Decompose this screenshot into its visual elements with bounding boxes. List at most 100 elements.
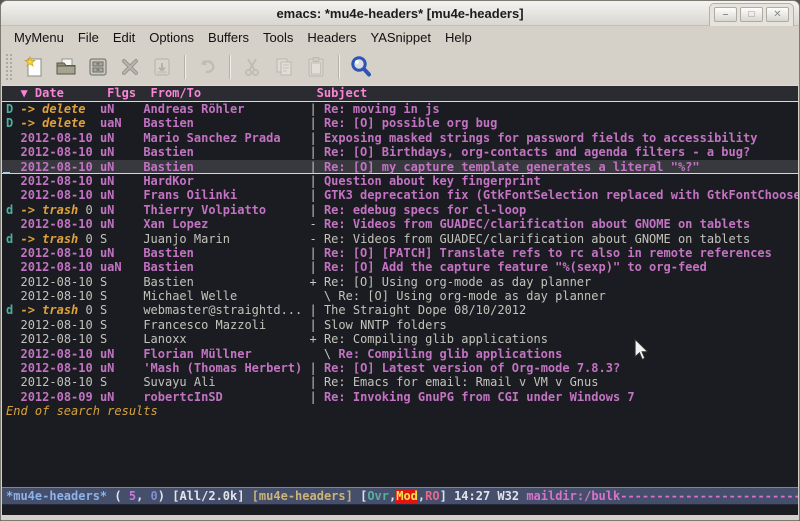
minimize-button[interactable]: – <box>714 7 737 22</box>
message-row[interactable]: 2012-08-09 uN robertcInSD | Re: Invoking… <box>2 390 798 404</box>
from-cell: Bastien <box>143 160 194 174</box>
message-row[interactable]: 2012-08-10 S Lanoxx + Re: Compiling glib… <box>2 332 798 346</box>
cut-button[interactable] <box>236 52 268 82</box>
date-cell: 2012-08-10 <box>20 145 92 159</box>
subject-cell: Re: Compiling glib applications <box>338 347 562 361</box>
menu-item-help[interactable]: Help <box>438 28 479 47</box>
subject-cell: Re: Emacs for email: Rmail v VM v Gnus <box>324 375 599 389</box>
close-x-icon <box>118 55 142 79</box>
pad <box>93 217 100 231</box>
pad <box>194 260 310 274</box>
maximize-button[interactable]: □ <box>740 7 763 22</box>
menu-item-options[interactable]: Options <box>142 28 201 47</box>
window-title: emacs: *mu4e-headers* [mu4e-headers] <box>276 6 523 21</box>
menu-item-file[interactable]: File <box>71 28 106 47</box>
pad <box>114 160 143 174</box>
pad <box>114 174 143 188</box>
subject-cell: Exposing masked strings for password fie… <box>324 131 757 145</box>
thread-prefix: \ <box>309 347 338 361</box>
message-row[interactable]: 2012-08-10 uN Bastien | Re: [O] Birthday… <box>2 145 798 159</box>
pad <box>93 246 100 260</box>
thread-prefix: | <box>309 145 323 159</box>
date-suffix: 0 <box>78 203 92 217</box>
titlebar[interactable]: emacs: *mu4e-headers* [mu4e-headers] – □… <box>1 1 799 26</box>
mode-line[interactable]: *mu4e-headers* ( 5, 0) [All/2.0k] [mu4e-… <box>2 487 798 505</box>
new-file-button[interactable] <box>18 52 50 82</box>
thread-prefix: + <box>309 275 323 289</box>
modeline-segment-ro: RO <box>425 489 439 503</box>
date-cell: 2012-08-10 <box>20 275 92 289</box>
thread-prefix: | <box>310 131 324 145</box>
date-cell: 2012-08-10 <box>20 160 92 174</box>
flags-cell: uaN <box>100 116 122 130</box>
pad <box>114 203 143 217</box>
pad <box>114 361 143 375</box>
pad <box>194 246 310 260</box>
pad <box>237 289 309 303</box>
message-row[interactable]: 2012-08-10 uN Frans Oilinki | GTK3 depre… <box>2 188 798 202</box>
pad <box>216 375 310 389</box>
message-row[interactable]: d -> trash 0 uN Thierry Volpiatto | Re: … <box>2 203 798 217</box>
dired-button[interactable] <box>82 52 114 82</box>
undo-button[interactable] <box>191 52 223 82</box>
emacs-window: emacs: *mu4e-headers* [mu4e-headers] – □… <box>0 0 800 521</box>
pad <box>93 188 100 202</box>
message-row[interactable]: 2012-08-10 uN Bastien | Re: [O] [PATCH] … <box>2 246 798 260</box>
kill-buffer-button[interactable] <box>114 52 146 82</box>
menu-item-yasnippet[interactable]: YASnippet <box>363 28 437 47</box>
save-buffer-button[interactable] <box>146 52 178 82</box>
message-row[interactable]: D -> delete uN Andreas Röhler | Re: movi… <box>2 102 798 116</box>
from-cell: Frans Oilinki <box>143 188 237 202</box>
from-cell: Lanoxx <box>143 332 186 346</box>
date-cell: 2012-08-10 <box>20 347 92 361</box>
close-button[interactable]: ✕ <box>766 7 789 22</box>
search-button[interactable] <box>345 52 377 82</box>
message-row[interactable]: d -> trash 0 S Juanjo Marin - Re: Videos… <box>2 232 798 246</box>
message-row[interactable]: D -> delete uaN Bastien | Re: [O] possib… <box>2 116 798 130</box>
pad <box>93 332 100 346</box>
close-icon: ✕ <box>773 10 781 20</box>
message-row[interactable]: 2012-08-10 uN 'Mash (Thomas Herbert) | R… <box>2 361 798 375</box>
menu-item-mymenu[interactable]: MyMenu <box>7 28 71 47</box>
pad <box>208 217 309 231</box>
message-row[interactable]: 2012-08-10 uN Xan Lopez - Re: Videos fro… <box>2 217 798 231</box>
from-cell: Andreas Röhler <box>143 102 244 116</box>
modeline-segment-name: [mu4e-headers] <box>252 489 360 503</box>
message-row[interactable]: 2012-08-10 uN Florian Müllner \ Re: Comp… <box>2 347 798 361</box>
message-row[interactable]: d -> trash 0 S webmaster@straightd... | … <box>2 303 798 317</box>
thread-prefix: | <box>309 160 323 174</box>
message-row[interactable]: 2012-08-10 S Bastien + Re: [O] Using org… <box>2 275 798 289</box>
menu-item-tools[interactable]: Tools <box>256 28 300 47</box>
toolbar-separator <box>184 55 185 79</box>
flags-cell: uN <box>100 102 114 116</box>
toolbar-grip-handle[interactable] <box>5 53 12 81</box>
message-row[interactable]: 2012-08-10 uN HardKor | Question about k… <box>2 174 798 188</box>
message-row[interactable]: 2012-08-10 S Suvayu Ali | Re: Emacs for … <box>2 375 798 389</box>
date-cell: 2012-08-10 <box>20 289 92 303</box>
message-row[interactable]: 2012-08-10 S Michael Welle \ Re: [O] Usi… <box>2 289 798 303</box>
pad <box>237 188 309 202</box>
open-file-button[interactable] <box>50 52 82 82</box>
paste-button[interactable] <box>300 52 332 82</box>
date-cell: -> trash <box>20 232 78 246</box>
message-row[interactable]: 2012-08-10 uN Bastien | Re: [O] my captu… <box>2 160 798 174</box>
message-row[interactable]: 2012-08-10 S Francesco Mazzoli | Slow NN… <box>2 318 798 332</box>
flags-cell: uN <box>100 131 114 145</box>
menu-item-headers[interactable]: Headers <box>300 28 363 47</box>
flags-cell: uaN <box>100 260 122 274</box>
pad <box>93 318 100 332</box>
pad <box>187 332 310 346</box>
copy-button[interactable] <box>268 52 300 82</box>
date-cell: 2012-08-10 <box>20 375 92 389</box>
modeline-segment-plain: ( <box>107 489 129 503</box>
pad <box>107 289 143 303</box>
maximize-icon: □ <box>748 10 754 20</box>
menu-item-edit[interactable]: Edit <box>106 28 142 47</box>
message-row[interactable]: 2012-08-10 uN Mario Sanchez Prada | Expo… <box>2 131 798 145</box>
modeline-segment-plain: [All/2.0k] <box>172 489 251 503</box>
menu-item-buffers[interactable]: Buffers <box>201 28 256 47</box>
subject-cell: Re: Invoking GnuPG from CGI under Window… <box>324 390 635 404</box>
pad <box>194 145 310 159</box>
message-row[interactable]: 2012-08-10 uaN Bastien | Re: [O] Add the… <box>2 260 798 274</box>
menu-bar: MyMenuFileEditOptionsBuffersToolsHeaders… <box>1 26 799 48</box>
